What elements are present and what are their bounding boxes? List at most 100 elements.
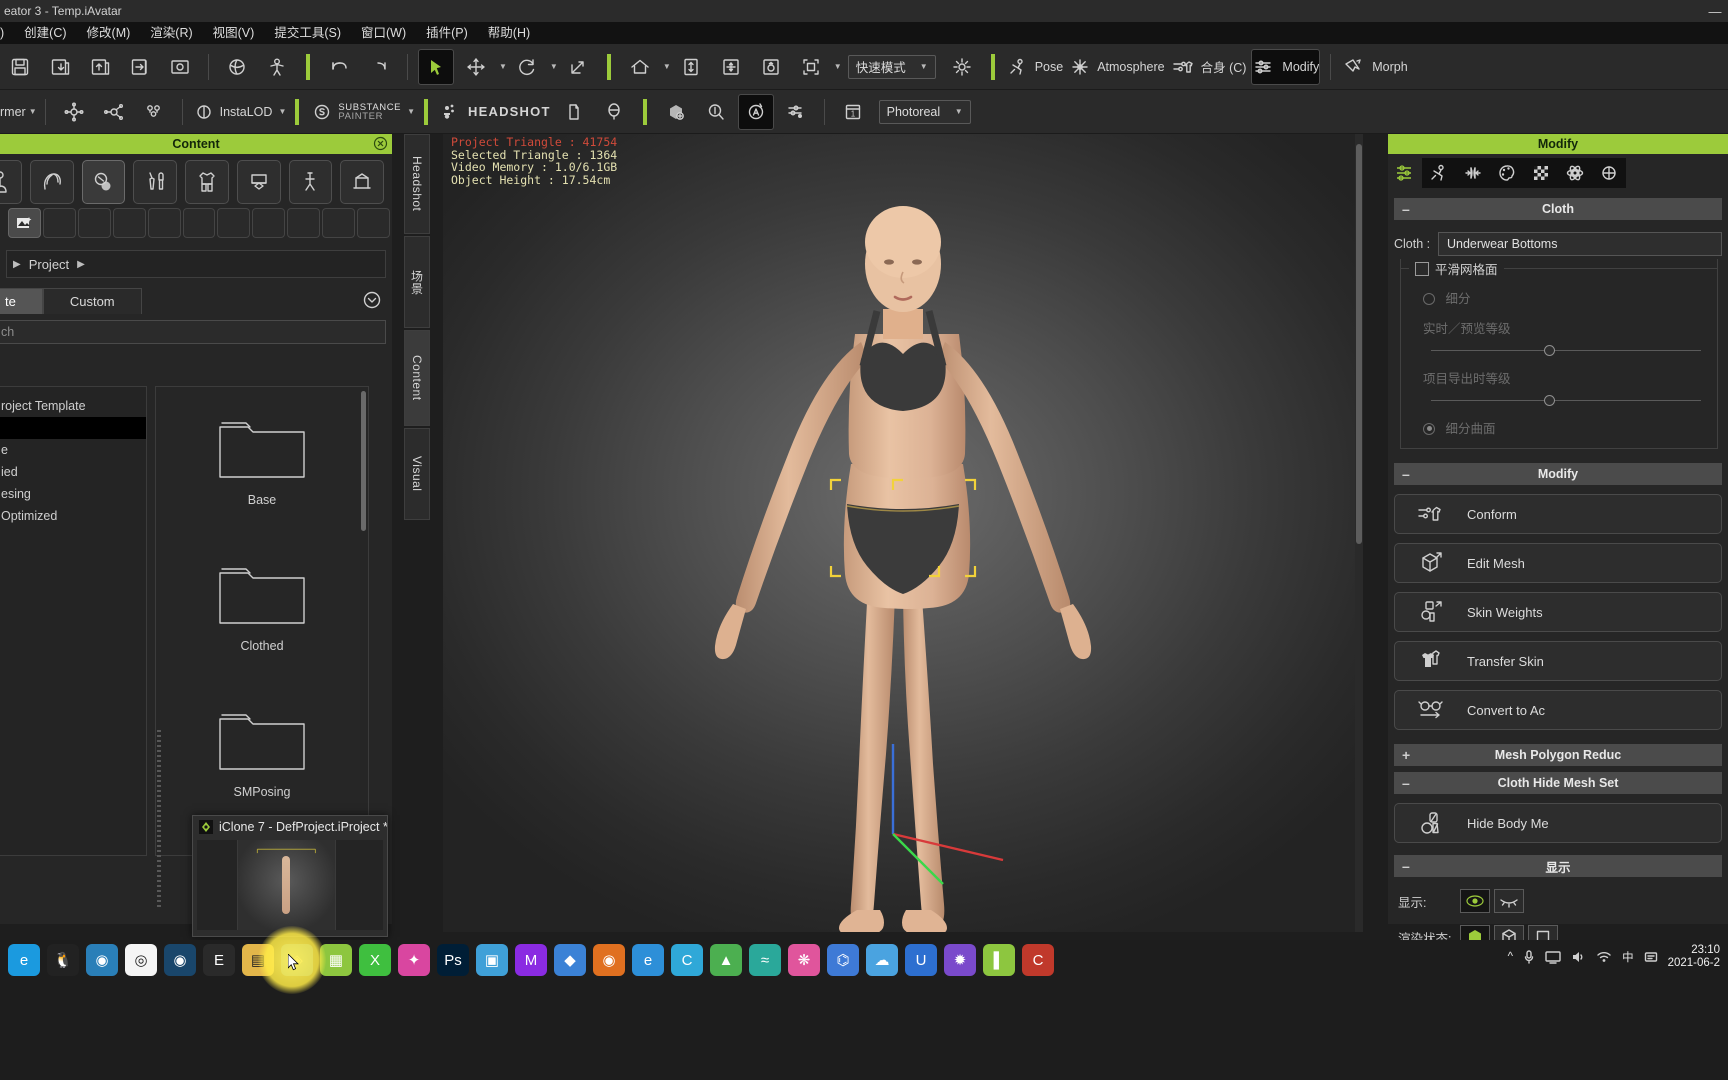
move-dropdown-caret[interactable]: ▼ bbox=[499, 62, 507, 71]
transformer-caret[interactable]: ▼ bbox=[29, 107, 37, 116]
category-scene-icon[interactable] bbox=[340, 160, 384, 204]
modify-section-header[interactable]: – Modify bbox=[1394, 463, 1722, 485]
inspect-button[interactable] bbox=[699, 95, 733, 129]
taskbar-preview-popup[interactable]: iClone 7 - DefProject.iProject * bbox=[192, 815, 388, 937]
atmosphere-button[interactable]: Atmosphere bbox=[1069, 50, 1165, 84]
hide-mesh-collapse-toggle[interactable]: – bbox=[1402, 775, 1410, 791]
tree-item-4[interactable]: esing bbox=[0, 483, 146, 505]
substance-caret[interactable]: ▼ bbox=[407, 107, 415, 116]
rotate-tool-button[interactable] bbox=[510, 50, 544, 84]
taskbar-m-app-icon[interactable]: M bbox=[515, 944, 547, 976]
home-view-button[interactable] bbox=[623, 50, 657, 84]
subdiv-surface-radio[interactable] bbox=[1423, 422, 1435, 435]
skingen-button[interactable] bbox=[57, 95, 91, 129]
move-tool-button[interactable] bbox=[459, 50, 493, 84]
subcategory-slot-5[interactable] bbox=[182, 208, 216, 238]
save-button[interactable] bbox=[3, 50, 37, 84]
character-button[interactable] bbox=[260, 50, 294, 84]
preview-thumbnail[interactable] bbox=[197, 840, 383, 930]
hide-body-mesh-button[interactable]: Hide Body Me bbox=[1394, 803, 1722, 843]
tree-item-3[interactable]: ied bbox=[0, 461, 146, 483]
frame-number-button[interactable]: 1 bbox=[836, 95, 870, 129]
send-to-button[interactable] bbox=[123, 50, 157, 84]
mode-dropdown[interactable]: 快速模式 ▼ bbox=[847, 54, 936, 79]
instalod-caret[interactable]: ▼ bbox=[278, 107, 286, 116]
dock-tab-Headshot[interactable]: Headshot bbox=[404, 134, 430, 234]
subcategory-slot-2[interactable] bbox=[77, 208, 111, 238]
ime-icon[interactable] bbox=[1644, 950, 1658, 964]
taskbar-red-app-icon[interactable]: C bbox=[1022, 944, 1054, 976]
substance-painter-button[interactable]: SUBSTANCE PAINTER bbox=[311, 95, 401, 129]
taskbar-pink2-app-icon[interactable]: ❋ bbox=[788, 944, 820, 976]
minimize-button[interactable]: — bbox=[1702, 0, 1728, 22]
settings-button[interactable] bbox=[779, 95, 813, 129]
wifi-icon[interactable] bbox=[1596, 950, 1612, 964]
conform-button[interactable]: 合身 (C) bbox=[1171, 50, 1246, 84]
taskbar-chrome-icon[interactable]: ◎ bbox=[125, 944, 157, 976]
taskbar-penguin-icon[interactable]: 🐧 bbox=[47, 944, 79, 976]
category-prop-icon[interactable] bbox=[236, 160, 281, 204]
taskbar-cloud-app-icon[interactable]: ☁ bbox=[866, 944, 898, 976]
subcategory-slot-9[interactable] bbox=[322, 208, 356, 238]
edit-sphere-button[interactable] bbox=[220, 50, 254, 84]
taskbar-picture-icon[interactable]: ▣ bbox=[476, 944, 508, 976]
display-collapse-toggle[interactable]: – bbox=[1402, 858, 1410, 874]
volume-icon[interactable] bbox=[1571, 950, 1586, 964]
taskbar-ms-edge-icon[interactable]: e bbox=[632, 944, 664, 976]
tree-item-1[interactable] bbox=[0, 417, 146, 439]
undo-button[interactable] bbox=[322, 50, 356, 84]
taskbar-green-app-icon[interactable]: ▲ bbox=[710, 944, 742, 976]
checker-icon[interactable] bbox=[1524, 158, 1558, 188]
texture-bake-button[interactable] bbox=[557, 95, 591, 129]
render-mode-dropdown[interactable]: Photoreal ▼ bbox=[878, 99, 971, 124]
thumbnail-scrollbar[interactable] bbox=[361, 391, 366, 531]
lighting-button[interactable] bbox=[97, 95, 131, 129]
subcategory-image-plus-icon[interactable] bbox=[8, 208, 41, 238]
taskbar-steam-icon[interactable]: ◉ bbox=[164, 944, 196, 976]
cloth-collapse-toggle[interactable]: – bbox=[1402, 201, 1410, 217]
category-hair-icon[interactable] bbox=[29, 160, 74, 204]
menu-item-2[interactable]: 修改(M) bbox=[77, 22, 141, 44]
thumbnail-item[interactable]: SMPosing bbox=[156, 679, 368, 825]
eye-closed-icon[interactable] bbox=[1494, 889, 1524, 913]
select-tool-button[interactable] bbox=[418, 48, 454, 85]
3d-viewport[interactable]: Project Triangle : 41754 Selected Triangl… bbox=[443, 134, 1363, 932]
category-motion-icon[interactable] bbox=[288, 160, 333, 204]
light-toggle-button[interactable] bbox=[945, 50, 979, 84]
headshot-button[interactable]: HEADSHOT bbox=[440, 95, 551, 129]
subcategory-slot-3[interactable] bbox=[112, 208, 146, 238]
thumbnail-item[interactable]: Base bbox=[156, 387, 368, 533]
subcategory-slot-10[interactable] bbox=[357, 208, 390, 238]
morph-slider-icon[interactable] bbox=[1456, 158, 1490, 188]
taskbar-teal-app-icon[interactable]: ≈ bbox=[749, 944, 781, 976]
polygon-section-header[interactable]: + Mesh Polygon Reduc bbox=[1394, 744, 1722, 766]
viewport-scrollbar-thumb[interactable] bbox=[1356, 144, 1362, 544]
thumbnail-item[interactable]: Clothed bbox=[156, 533, 368, 679]
scale-tool-button[interactable] bbox=[561, 50, 595, 84]
physics-icon[interactable] bbox=[1558, 158, 1592, 188]
menu-item-1[interactable]: 创建(C) bbox=[14, 22, 76, 44]
category-skin-icon[interactable] bbox=[81, 160, 126, 204]
mic-icon[interactable] bbox=[1523, 949, 1535, 965]
redo-button[interactable] bbox=[362, 50, 396, 84]
home-dropdown-caret[interactable]: ▼ bbox=[663, 62, 671, 71]
chevron-down-circle-icon[interactable] bbox=[362, 290, 382, 310]
tree-item-0[interactable]: roject Template bbox=[0, 395, 146, 417]
viewport-scrollbar[interactable] bbox=[1355, 134, 1363, 932]
category-makeup-icon[interactable] bbox=[133, 160, 177, 204]
export-level-slider[interactable] bbox=[1431, 394, 1701, 408]
tray-chevron-icon[interactable]: ^ bbox=[1508, 951, 1513, 963]
realtime-level-slider[interactable] bbox=[1431, 344, 1701, 358]
taskbar-photoshop-icon[interactable]: Ps bbox=[437, 944, 469, 976]
more-icon[interactable] bbox=[1592, 158, 1626, 188]
taskbar-lime-app-icon[interactable]: ▌ bbox=[983, 944, 1015, 976]
search-input[interactable]: ch bbox=[0, 320, 386, 344]
cloth-section-header[interactable]: – Cloth bbox=[1394, 198, 1722, 220]
subcategory-slot-8[interactable] bbox=[287, 208, 321, 238]
attribute-sliders-icon[interactable] bbox=[1388, 158, 1422, 188]
bounding-box-button[interactable] bbox=[794, 50, 828, 84]
export-button[interactable] bbox=[83, 50, 117, 84]
menu-item-5[interactable]: 提交工具(S) bbox=[264, 22, 351, 44]
cloth-name-input[interactable]: Underwear Bottoms bbox=[1438, 232, 1722, 256]
taskbar-u-app-icon[interactable]: U bbox=[905, 944, 937, 976]
